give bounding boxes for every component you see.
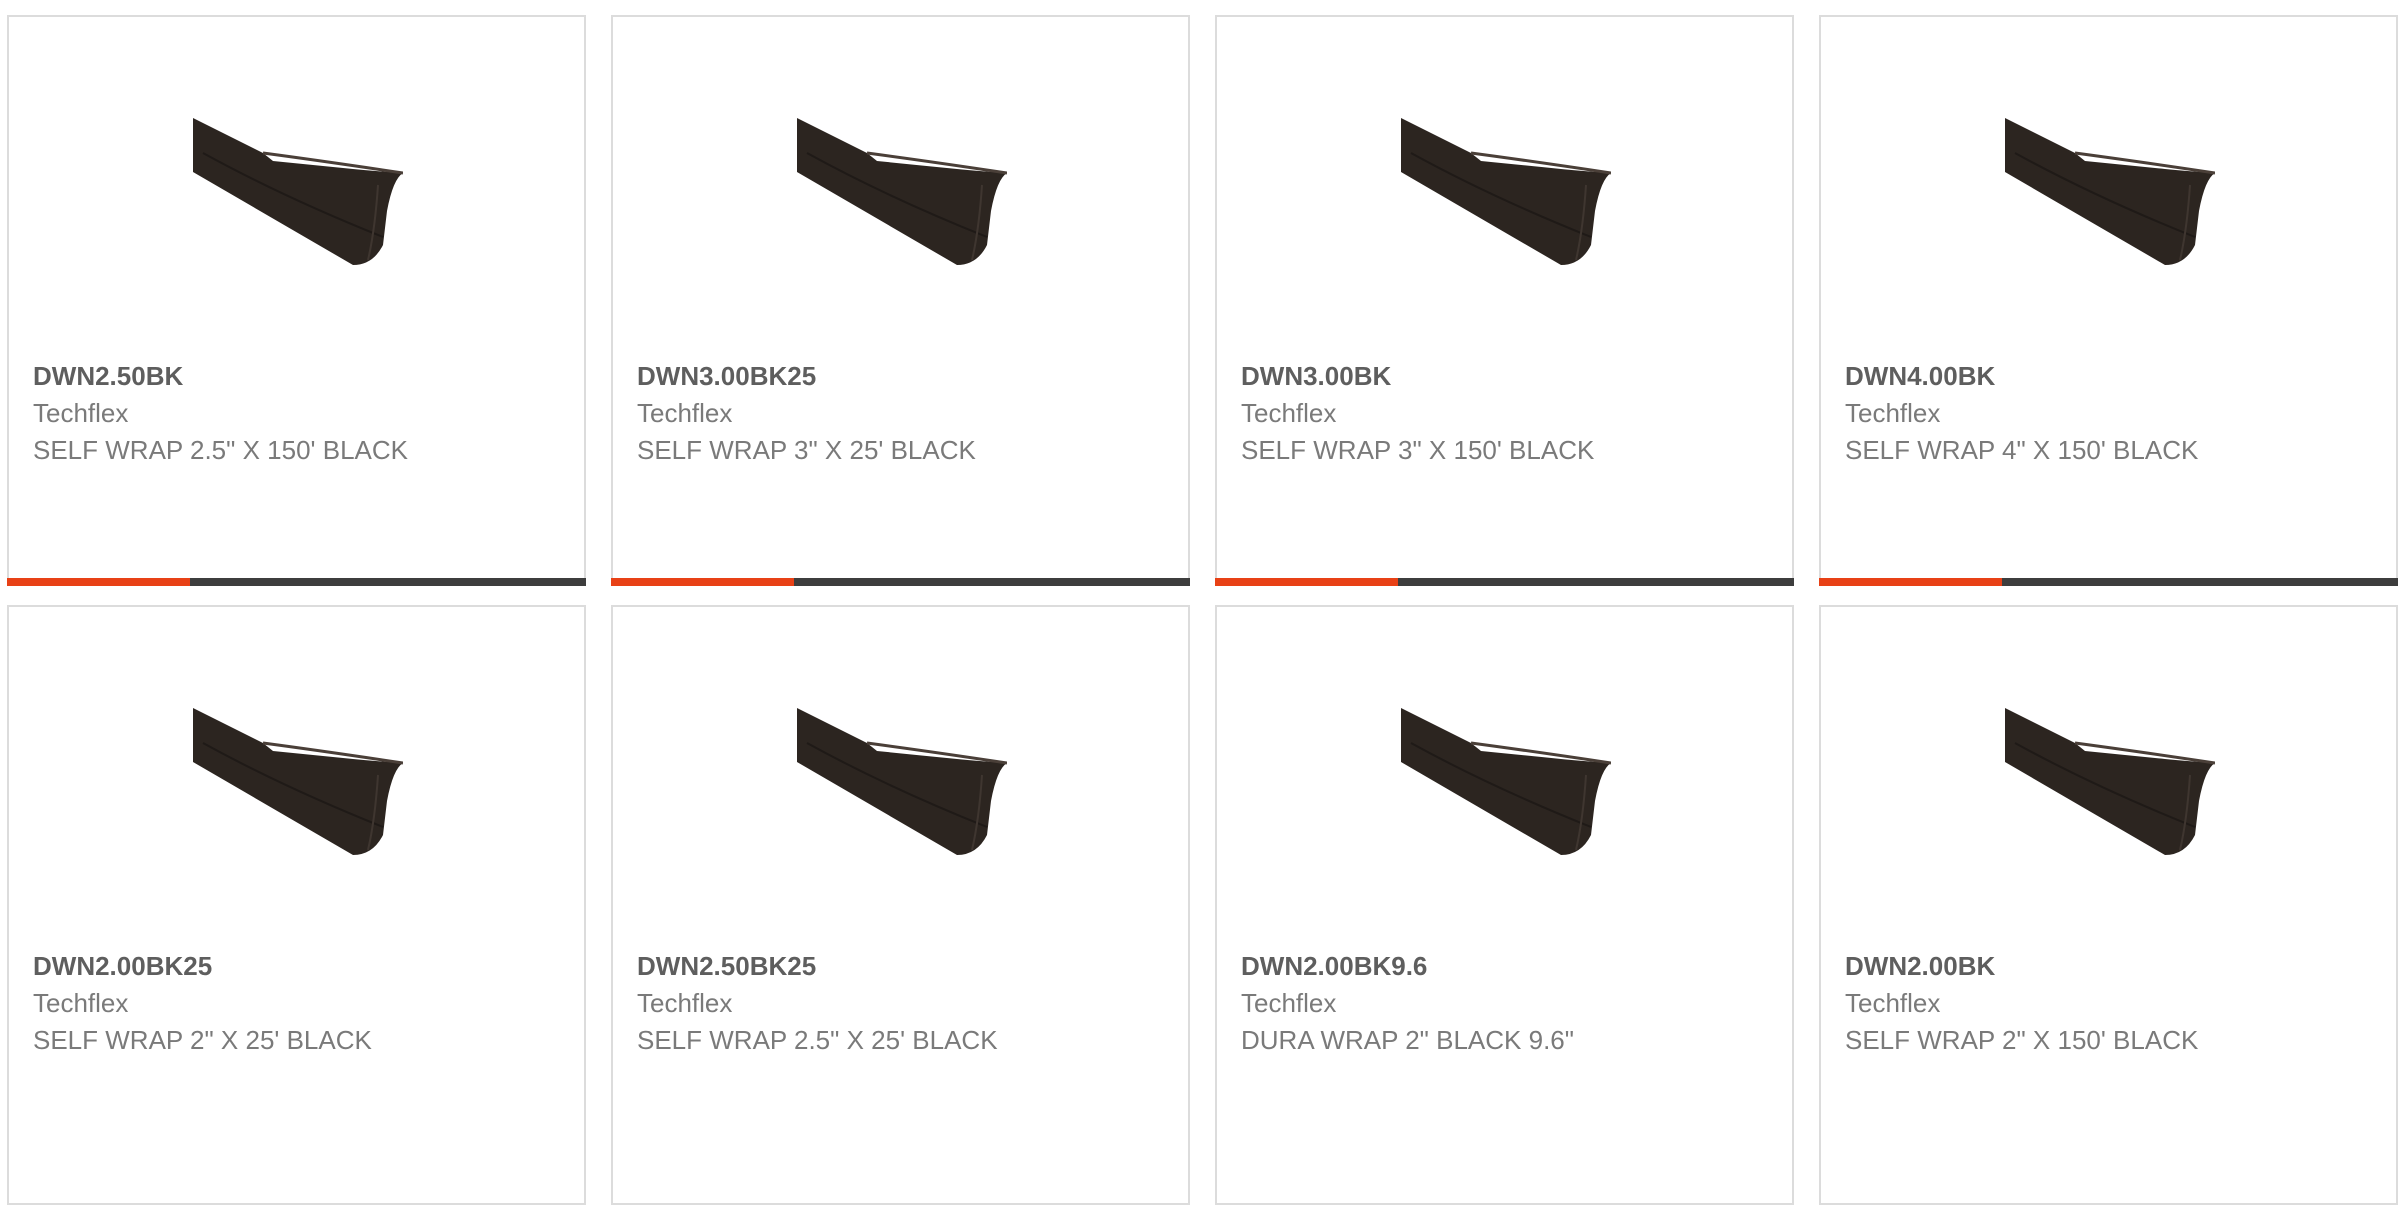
product-image[interactable] — [797, 85, 1007, 295]
brand-name: Techflex — [33, 398, 129, 428]
product-description: SELF WRAP 2.5" X 25' BLACK — [637, 1025, 998, 1055]
brand-name: Techflex — [1845, 988, 1941, 1018]
part-number[interactable]: DWN3.00BK — [1241, 358, 1782, 395]
accent-bar-orange — [7, 578, 190, 586]
part-number[interactable]: DWN2.50BK25 — [637, 948, 1178, 985]
product-card[interactable]: DWN3.00BK Techflex SELF WRAP 3" X 150' B… — [1215, 15, 1794, 586]
product-image[interactable] — [2005, 675, 2215, 885]
part-number[interactable]: DWN2.00BK25 — [33, 948, 574, 985]
product-card[interactable]: DWN2.00BK Techflex SELF WRAP 2" X 150' B… — [1819, 605, 2398, 1205]
product-image[interactable] — [1401, 85, 1611, 295]
product-grid: DWN2.50BK Techflex SELF WRAP 2.5" X 150'… — [7, 15, 2400, 1205]
product-image[interactable] — [1401, 675, 1611, 885]
product-description: SELF WRAP 2" X 150' BLACK — [1845, 1025, 2199, 1055]
accent-bar-orange — [611, 578, 794, 586]
accent-bar-orange — [1215, 578, 1398, 586]
product-image[interactable] — [2005, 85, 2215, 295]
product-card[interactable]: DWN2.50BK25 Techflex SELF WRAP 2.5" X 25… — [611, 605, 1190, 1205]
product-info: DWN2.00BK25 Techflex SELF WRAP 2" X 25' … — [33, 948, 574, 1059]
accent-bar-orange — [1819, 578, 2002, 586]
brand-name: Techflex — [637, 398, 733, 428]
card-accent-bar — [7, 578, 586, 586]
part-number[interactable]: DWN2.00BK9.6 — [1241, 948, 1782, 985]
accent-bar-dark — [190, 578, 586, 586]
product-image[interactable] — [193, 85, 403, 295]
brand-name: Techflex — [1845, 398, 1941, 428]
brand-name: Techflex — [33, 988, 129, 1018]
product-info: DWN2.00BK Techflex SELF WRAP 2" X 150' B… — [1845, 948, 2386, 1059]
brand-name: Techflex — [637, 988, 733, 1018]
part-number[interactable]: DWN2.50BK — [33, 358, 574, 395]
accent-bar-dark — [2002, 578, 2398, 586]
product-info: DWN2.00BK9.6 Techflex DURA WRAP 2" BLACK… — [1241, 948, 1782, 1059]
product-info: DWN2.50BK Techflex SELF WRAP 2.5" X 150'… — [33, 358, 574, 469]
product-info: DWN3.00BK Techflex SELF WRAP 3" X 150' B… — [1241, 358, 1782, 469]
product-description: SELF WRAP 3" X 150' BLACK — [1241, 435, 1595, 465]
product-info: DWN4.00BK Techflex SELF WRAP 4" X 150' B… — [1845, 358, 2386, 469]
product-info: DWN3.00BK25 Techflex SELF WRAP 3" X 25' … — [637, 358, 1178, 469]
product-card[interactable]: DWN2.00BK9.6 Techflex DURA WRAP 2" BLACK… — [1215, 605, 1794, 1205]
product-info: DWN2.50BK25 Techflex SELF WRAP 2.5" X 25… — [637, 948, 1178, 1059]
part-number[interactable]: DWN3.00BK25 — [637, 358, 1178, 395]
accent-bar-dark — [794, 578, 1190, 586]
product-description: SELF WRAP 3" X 25' BLACK — [637, 435, 976, 465]
product-description: SELF WRAP 2.5" X 150' BLACK — [33, 435, 408, 465]
product-card[interactable]: DWN2.50BK Techflex SELF WRAP 2.5" X 150'… — [7, 15, 586, 586]
product-card[interactable]: DWN4.00BK Techflex SELF WRAP 4" X 150' B… — [1819, 15, 2398, 586]
card-accent-bar — [1215, 578, 1794, 586]
card-accent-bar — [1819, 578, 2398, 586]
card-accent-bar — [611, 578, 1190, 586]
product-description: SELF WRAP 2" X 25' BLACK — [33, 1025, 372, 1055]
product-image[interactable] — [193, 675, 403, 885]
accent-bar-dark — [1398, 578, 1794, 586]
product-description: SELF WRAP 4" X 150' BLACK — [1845, 435, 2199, 465]
part-number[interactable]: DWN2.00BK — [1845, 948, 2386, 985]
product-card[interactable]: DWN2.00BK25 Techflex SELF WRAP 2" X 25' … — [7, 605, 586, 1205]
product-card[interactable]: DWN3.00BK25 Techflex SELF WRAP 3" X 25' … — [611, 15, 1190, 586]
brand-name: Techflex — [1241, 398, 1337, 428]
product-image[interactable] — [797, 675, 1007, 885]
product-description: DURA WRAP 2" BLACK 9.6" — [1241, 1025, 1574, 1055]
part-number[interactable]: DWN4.00BK — [1845, 358, 2386, 395]
brand-name: Techflex — [1241, 988, 1337, 1018]
